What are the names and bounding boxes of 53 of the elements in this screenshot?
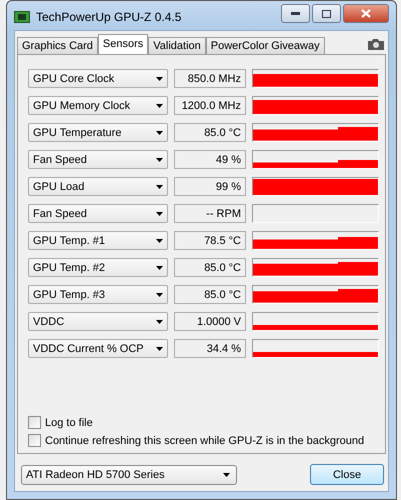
sensor-reading: 85.0 °C — [174, 285, 246, 304]
device-dropdown[interactable]: ATI Radeon HD 5700 Series — [21, 464, 237, 484]
caret-icon — [156, 184, 163, 188]
sensor-reading: 34.4 % — [174, 339, 246, 358]
caret-icon — [156, 292, 163, 296]
maximize-button[interactable] — [312, 4, 341, 23]
caret-icon — [156, 104, 163, 108]
sensor-dropdown[interactable]: VDDC Current % OCP — [28, 339, 168, 358]
sensor-dropdown[interactable]: GPU Memory Clock — [28, 96, 168, 115]
tab[interactable]: Graphics Card — [17, 37, 98, 54]
sensor-dropdown[interactable]: GPU Temp. #2 — [28, 258, 168, 277]
tab[interactable]: Validation — [148, 37, 206, 54]
window-title: TechPowerUp GPU-Z 0.4.5 — [36, 10, 182, 24]
caret-icon — [156, 212, 163, 216]
close-dialog-button[interactable]: Close — [310, 464, 384, 485]
sensor-reading: 78.5 °C — [174, 231, 246, 250]
checkbox[interactable] — [28, 416, 41, 429]
checkbox-label[interactable]: Log to file — [45, 416, 93, 428]
caret-icon — [156, 320, 163, 324]
caret-icon — [156, 346, 163, 350]
maximize-icon — [322, 10, 331, 18]
camera-icon[interactable] — [368, 39, 384, 50]
close-button[interactable] — [343, 4, 389, 23]
caret-icon — [156, 130, 163, 134]
sensor-dropdown[interactable]: GPU Load — [28, 177, 168, 196]
caret-icon — [156, 238, 163, 242]
sensor-reading: 850.0 MHz — [174, 69, 246, 88]
sensor-reading: 99 % — [174, 177, 246, 196]
sensor-dropdown[interactable]: VDDC — [28, 312, 168, 331]
sensor-dropdown[interactable]: GPU Core Clock — [28, 69, 168, 88]
chip-icon — [14, 10, 30, 22]
tab[interactable]: PowerColor Giveaway — [206, 37, 325, 54]
checkbox[interactable] — [28, 434, 41, 447]
sensor-dropdown[interactable]: GPU Temperature — [28, 123, 168, 142]
checkbox-label[interactable]: Continue refreshing this screen while GPU-Z is in the background — [45, 434, 364, 446]
minimize-icon — [291, 12, 300, 15]
caret-icon — [156, 158, 163, 162]
sensor-reading: -- RPM — [174, 204, 246, 223]
sensor-dropdown[interactable]: GPU Temp. #3 — [28, 285, 168, 304]
caret-icon — [223, 472, 230, 476]
tab[interactable]: Sensors — [98, 34, 148, 54]
caret-icon — [156, 266, 163, 270]
sensor-dropdown[interactable]: GPU Temp. #1 — [28, 231, 168, 250]
sensor-reading: 85.0 °C — [174, 258, 246, 277]
minimize-button[interactable] — [281, 4, 310, 23]
close-icon — [361, 9, 371, 18]
sensor-reading: 1.0000 V — [174, 312, 246, 331]
caret-icon — [156, 76, 163, 80]
sensor-dropdown[interactable]: Fan Speed — [28, 150, 168, 169]
sensor-reading: 49 % — [174, 150, 246, 169]
sensor-reading: 85.0 °C — [174, 123, 246, 142]
sensor-reading: 1200.0 MHz — [174, 96, 246, 115]
sensor-dropdown[interactable]: Fan Speed — [28, 204, 168, 223]
